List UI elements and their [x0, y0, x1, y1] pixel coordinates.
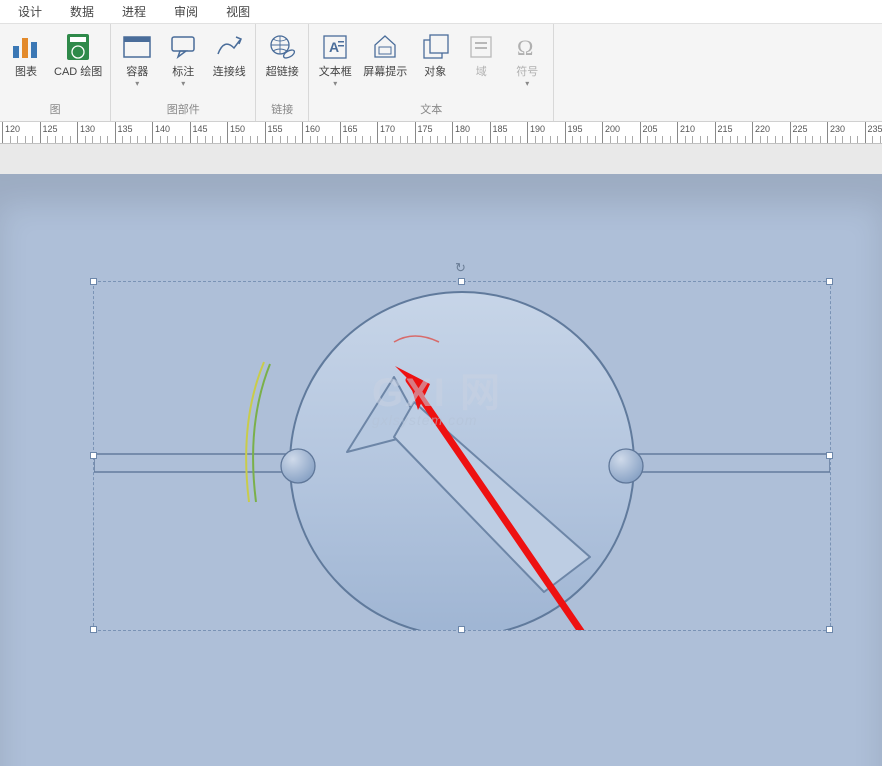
- resize-handle-bl[interactable]: [90, 626, 97, 633]
- horizontal-ruler[interactable]: 120 125 130 135 140 145 150 155 160 165 170 175 180 1…: [0, 122, 882, 144]
- ruler-tick: 185: [490, 122, 491, 144]
- globe-link-icon: [265, 30, 299, 64]
- field-icon: [464, 30, 498, 64]
- field-label: 域: [476, 66, 487, 78]
- svg-text:A: A: [329, 39, 339, 55]
- container-button[interactable]: 容器 ▾: [117, 28, 157, 90]
- ruler-tick: 195: [565, 122, 566, 144]
- connector-button[interactable]: 连接线: [209, 28, 249, 80]
- textbox-button[interactable]: A 文本框 ▾: [315, 28, 355, 90]
- connector-icon: [212, 30, 246, 64]
- chevron-down-icon: ▾: [181, 80, 185, 88]
- ruler-tick: 135: [115, 122, 116, 144]
- resize-handle-bm[interactable]: [458, 626, 465, 633]
- field-button[interactable]: 域: [461, 28, 501, 80]
- resize-handle-tl[interactable]: [90, 278, 97, 285]
- cad-label: CAD 绘图: [54, 66, 102, 78]
- ruler-tick: 175: [415, 122, 416, 144]
- ruler-tick: 120: [2, 122, 3, 144]
- ruler-tick: 140: [152, 122, 153, 144]
- object-label: 对象: [424, 66, 446, 78]
- ribbon-group-link: 超链接 链接: [256, 24, 309, 121]
- chevron-down-icon: ▾: [525, 80, 529, 88]
- ruler-tick: 165: [340, 122, 341, 144]
- screentip-label: 屏幕提示: [363, 66, 407, 78]
- callout-button[interactable]: 标注 ▾: [163, 28, 203, 90]
- drawing-page[interactable]: GXI 网 gxlsystem.com ↻: [0, 174, 882, 766]
- ribbon-group-text-title: 文本: [315, 101, 547, 119]
- resize-handle-tm[interactable]: [458, 278, 465, 285]
- ruler-tick: 220: [752, 122, 753, 144]
- ruler-tick: 160: [302, 122, 303, 144]
- ruler-tick: 215: [715, 122, 716, 144]
- resize-handle-tr[interactable]: [826, 278, 833, 285]
- hyperlink-label: 超链接: [266, 66, 299, 78]
- ruler-tick: 155: [265, 122, 266, 144]
- chart-icon: [9, 30, 43, 64]
- textbox-icon: A: [318, 30, 352, 64]
- ruler-tick: 190: [527, 122, 528, 144]
- selection-frame[interactable]: ↻: [94, 282, 830, 630]
- container-label: 容器: [126, 66, 148, 78]
- ruler-tick: 235: [865, 122, 866, 144]
- ruler-tick: 125: [40, 122, 41, 144]
- omega-icon: Ω: [510, 30, 544, 64]
- ribbon: 图表 CAD 绘图 图 容器 ▾: [0, 24, 882, 122]
- ribbon-group-parts: 容器 ▾ 标注 ▾ 连接线 图部件: [111, 24, 256, 121]
- chart-label: 图表: [15, 66, 37, 78]
- hyperlink-button[interactable]: 超链接: [262, 28, 302, 80]
- connector-label: 连接线: [213, 66, 246, 78]
- symbol-label: 符号: [516, 66, 538, 78]
- cad-button[interactable]: CAD 绘图: [52, 28, 104, 80]
- symbol-button[interactable]: Ω 符号 ▾: [507, 28, 547, 90]
- tab-data[interactable]: 数据: [56, 0, 108, 24]
- ruler-tick: 210: [677, 122, 678, 144]
- rotate-handle[interactable]: ↻: [455, 260, 469, 274]
- ruler-tick: 230: [827, 122, 828, 144]
- ribbon-group-diagram: 图表 CAD 绘图 图: [0, 24, 111, 121]
- ribbon-group-parts-title: 图部件: [117, 101, 249, 119]
- ribbon-group-text: A 文本框 ▾ 屏幕提示 对象 域: [309, 24, 554, 121]
- ruler-tick: 200: [602, 122, 603, 144]
- tab-process[interactable]: 进程: [108, 0, 160, 24]
- tab-review[interactable]: 审阅: [160, 0, 212, 24]
- ruler-tick: 145: [190, 122, 191, 144]
- object-button[interactable]: 对象: [415, 28, 455, 80]
- screentip-button[interactable]: 屏幕提示: [361, 28, 409, 80]
- textbox-label: 文本框: [319, 66, 352, 78]
- ruler-tick: 225: [790, 122, 791, 144]
- container-icon: [120, 30, 154, 64]
- ruler-tick: 170: [377, 122, 378, 144]
- callout-icon: [166, 30, 200, 64]
- menu-tabs: 设计 数据 进程 审阅 视图: [0, 0, 882, 24]
- callout-label: 标注: [172, 66, 194, 78]
- ruler-tick: 180: [452, 122, 453, 144]
- ribbon-group-diagram-title: 图: [6, 101, 104, 119]
- resize-handle-br[interactable]: [826, 626, 833, 633]
- chart-button[interactable]: 图表: [6, 28, 46, 80]
- canvas-area[interactable]: GXI 网 gxlsystem.com ↻: [0, 144, 882, 766]
- ruler-tick: 130: [77, 122, 78, 144]
- resize-handle-ml[interactable]: [90, 452, 97, 459]
- chevron-down-icon: ▾: [135, 80, 139, 88]
- ruler-tick: 150: [227, 122, 228, 144]
- svg-text:Ω: Ω: [517, 35, 533, 60]
- chevron-down-icon: ▾: [333, 80, 337, 88]
- ribbon-group-link-title: 链接: [262, 101, 302, 119]
- tab-design[interactable]: 设计: [4, 0, 56, 24]
- object-icon: [418, 30, 452, 64]
- tab-view[interactable]: 视图: [212, 0, 264, 24]
- resize-handle-mr[interactable]: [826, 452, 833, 459]
- ruler-tick: 205: [640, 122, 641, 144]
- cad-icon: [61, 30, 95, 64]
- screentip-icon: [368, 30, 402, 64]
